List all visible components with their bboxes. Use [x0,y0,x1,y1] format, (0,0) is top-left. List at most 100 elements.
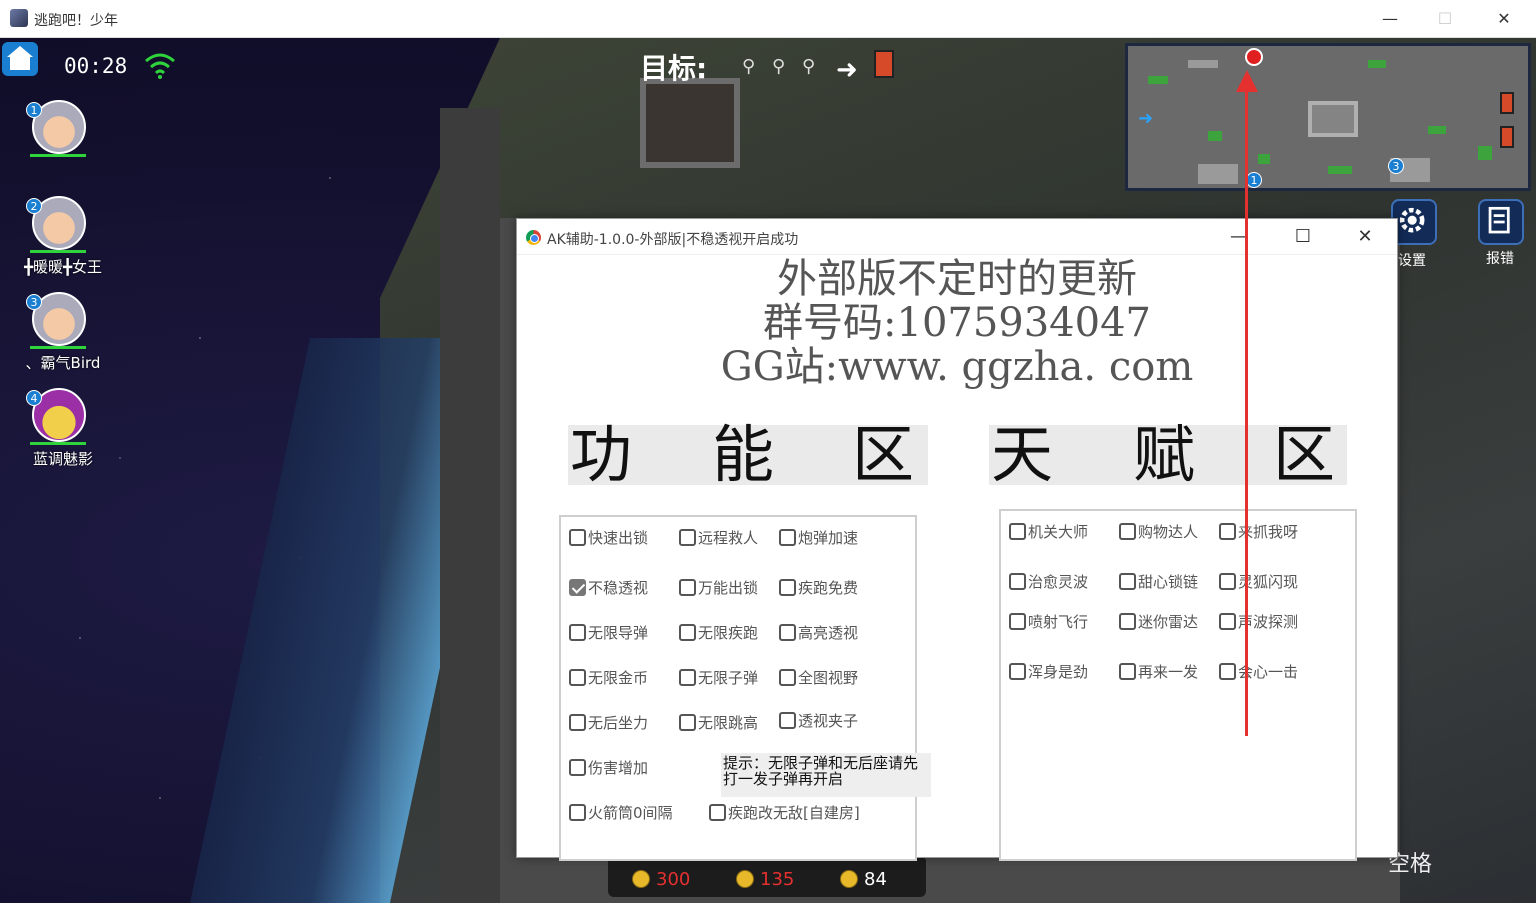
checkbox-icon[interactable] [1009,573,1026,590]
checkbox-icon[interactable] [1219,573,1236,590]
checkbox-icon[interactable] [1219,663,1236,680]
checkbox-icon[interactable] [569,624,586,641]
wifi-icon [145,53,175,79]
checkbox-label: 疾跑改无敌[自建房] [728,804,860,822]
checkbox-icon[interactable] [1009,523,1026,540]
checkbox-icon[interactable] [779,624,796,641]
checkbox-label: 不稳透视 [588,579,649,597]
talent-checkbox[interactable]: 再来一发 [1119,661,1198,682]
player-location-marker [1245,48,1263,66]
function-checkbox[interactable]: 透视夹子 [779,710,858,731]
checkbox-icon[interactable] [1219,523,1236,540]
checkbox-label: 无限疾跑 [698,624,759,642]
checkbox-icon[interactable] [1009,663,1026,680]
report-label: 报错 [1486,251,1514,267]
wall [440,108,500,903]
checkbox-icon[interactable] [779,712,796,729]
talent-panel: 机关大师 购物达人 来抓我呀治愈灵波 甜心锁链 灵狐闪现喷射飞行 迷你雷达 声波探测浑身是劲… [999,509,1357,861]
key-icon: ⚲ [802,56,816,77]
checkbox-label: 火箭筒0间隔 [588,804,673,822]
checkbox-icon[interactable] [569,669,586,686]
checkbox-icon[interactable] [1009,613,1026,630]
home-icon[interactable] [2,42,38,76]
talent-checkbox[interactable]: 机关大师 [1009,521,1088,542]
checkbox-icon[interactable] [779,529,796,546]
dialog-close-button[interactable]: ✕ [1345,223,1385,251]
checkbox-icon[interactable] [569,759,586,776]
close-button[interactable]: ✕ [1491,6,1517,32]
dialog-minimize-button[interactable]: — [1219,223,1259,251]
checkbox-icon[interactable] [679,624,696,641]
checkbox-icon[interactable] [679,579,696,596]
checkbox-icon[interactable] [709,804,726,821]
checkbox-icon[interactable] [1219,613,1236,630]
function-checkbox[interactable]: 全图视野 [779,667,858,688]
minimize-button[interactable]: — [1377,6,1403,32]
function-checkbox[interactable]: 快速出锁 [569,527,648,548]
function-checkbox[interactable]: 高亮透视 [779,622,858,643]
checkbox-icon[interactable] [569,714,586,731]
player-name: ╋暖暖╋女王 [23,258,103,276]
checkbox-icon[interactable] [569,804,586,821]
checkbox-label: 购物达人 [1138,523,1199,541]
tree-planter [640,78,740,168]
key-icon: ⚲ [772,56,786,77]
talent-checkbox[interactable]: 迷你雷达 [1119,611,1198,632]
dialog-maximize-button[interactable]: ☐ [1283,223,1323,251]
function-checkbox[interactable]: 火箭筒0间隔 [569,802,673,823]
function-checkbox[interactable]: 无限疾跑 [679,622,758,643]
function-checkbox[interactable]: 疾跑改无敌[自建房] [709,802,860,823]
checkbox-icon[interactable] [779,579,796,596]
exit-door-icon [874,50,894,78]
checkbox-label: 无限子弹 [698,669,759,687]
checkbox-label: 喷射飞行 [1028,613,1089,631]
talent-checkbox[interactable]: 购物达人 [1119,521,1198,542]
cheat-dialog[interactable]: AK辅助-1.0.0-外部版|不稳透视开启成功 — ☐ ✕ 外部版不定时的更新 … [516,218,1398,861]
function-checkbox[interactable]: 远程救人 [679,527,758,548]
checkbox-icon[interactable] [1119,573,1136,590]
talent-checkbox[interactable]: 灵狐闪现 [1219,571,1298,592]
checkbox-icon[interactable] [679,714,696,731]
coin-icon [736,870,754,888]
checkbox-icon[interactable] [679,529,696,546]
talent-checkbox[interactable]: 来抓我呀 [1219,521,1298,542]
minimap[interactable]: ➜ 1 3 [1125,43,1531,191]
function-checkbox[interactable]: 伤害增加 [569,757,648,778]
player-index-badge: 2 [26,198,42,214]
talent-checkbox[interactable]: 治愈灵波 [1009,571,1088,592]
function-panel: 提示：无限子弹和无后座请先打一发子弹再开启 快速出锁 远程救人 炮弹加速 不稳透视 万能… [559,515,931,861]
dialog-titlebar: AK辅助-1.0.0-外部版|不稳透视开启成功 — ☐ ✕ [517,219,1397,255]
report-icon[interactable] [1478,199,1524,245]
announce-line: 群号码:1075934047 [763,300,1151,346]
checkbox-icon[interactable] [569,529,586,546]
checkbox-checked-icon[interactable] [569,579,586,596]
coin-icon [632,870,650,888]
function-checkbox[interactable]: 不稳透视 [569,577,648,598]
function-checkbox[interactable]: 无限跳高 [679,712,758,733]
talent-checkbox[interactable]: 声波探测 [1219,611,1298,632]
function-checkbox[interactable]: 无限子弹 [679,667,758,688]
function-section-heading: 功 能 区 [568,424,928,486]
maximize-button[interactable]: ☐ [1432,6,1458,32]
function-checkbox[interactable]: 无后坐力 [569,712,648,733]
dialog-title: AK辅助-1.0.0-外部版|不稳透视开启成功 [547,232,799,248]
function-checkbox[interactable]: 疾跑免费 [779,577,858,598]
checkbox-icon[interactable] [779,669,796,686]
stat-value-2: 135 [736,869,794,890]
checkbox-label: 疾跑免费 [798,579,859,597]
checkbox-icon[interactable] [1119,523,1136,540]
checkbox-icon[interactable] [1119,613,1136,630]
talent-checkbox[interactable]: 甜心锁链 [1119,571,1198,592]
announce-line: 外部版不定时的更新 [777,256,1137,302]
function-checkbox[interactable]: 无限导弹 [569,622,648,643]
function-checkbox[interactable]: 无限金币 [569,667,648,688]
talent-checkbox[interactable]: 会心一击 [1219,661,1298,682]
checkbox-icon[interactable] [679,669,696,686]
checkbox-icon[interactable] [1119,663,1136,680]
function-checkbox[interactable]: 万能出锁 [679,577,758,598]
player-index-badge: 4 [26,390,42,406]
talent-checkbox[interactable]: 喷射飞行 [1009,611,1088,632]
function-checkbox[interactable]: 炮弹加速 [779,527,858,548]
checkbox-label: 炮弹加速 [798,529,859,547]
talent-checkbox[interactable]: 浑身是劲 [1009,661,1088,682]
